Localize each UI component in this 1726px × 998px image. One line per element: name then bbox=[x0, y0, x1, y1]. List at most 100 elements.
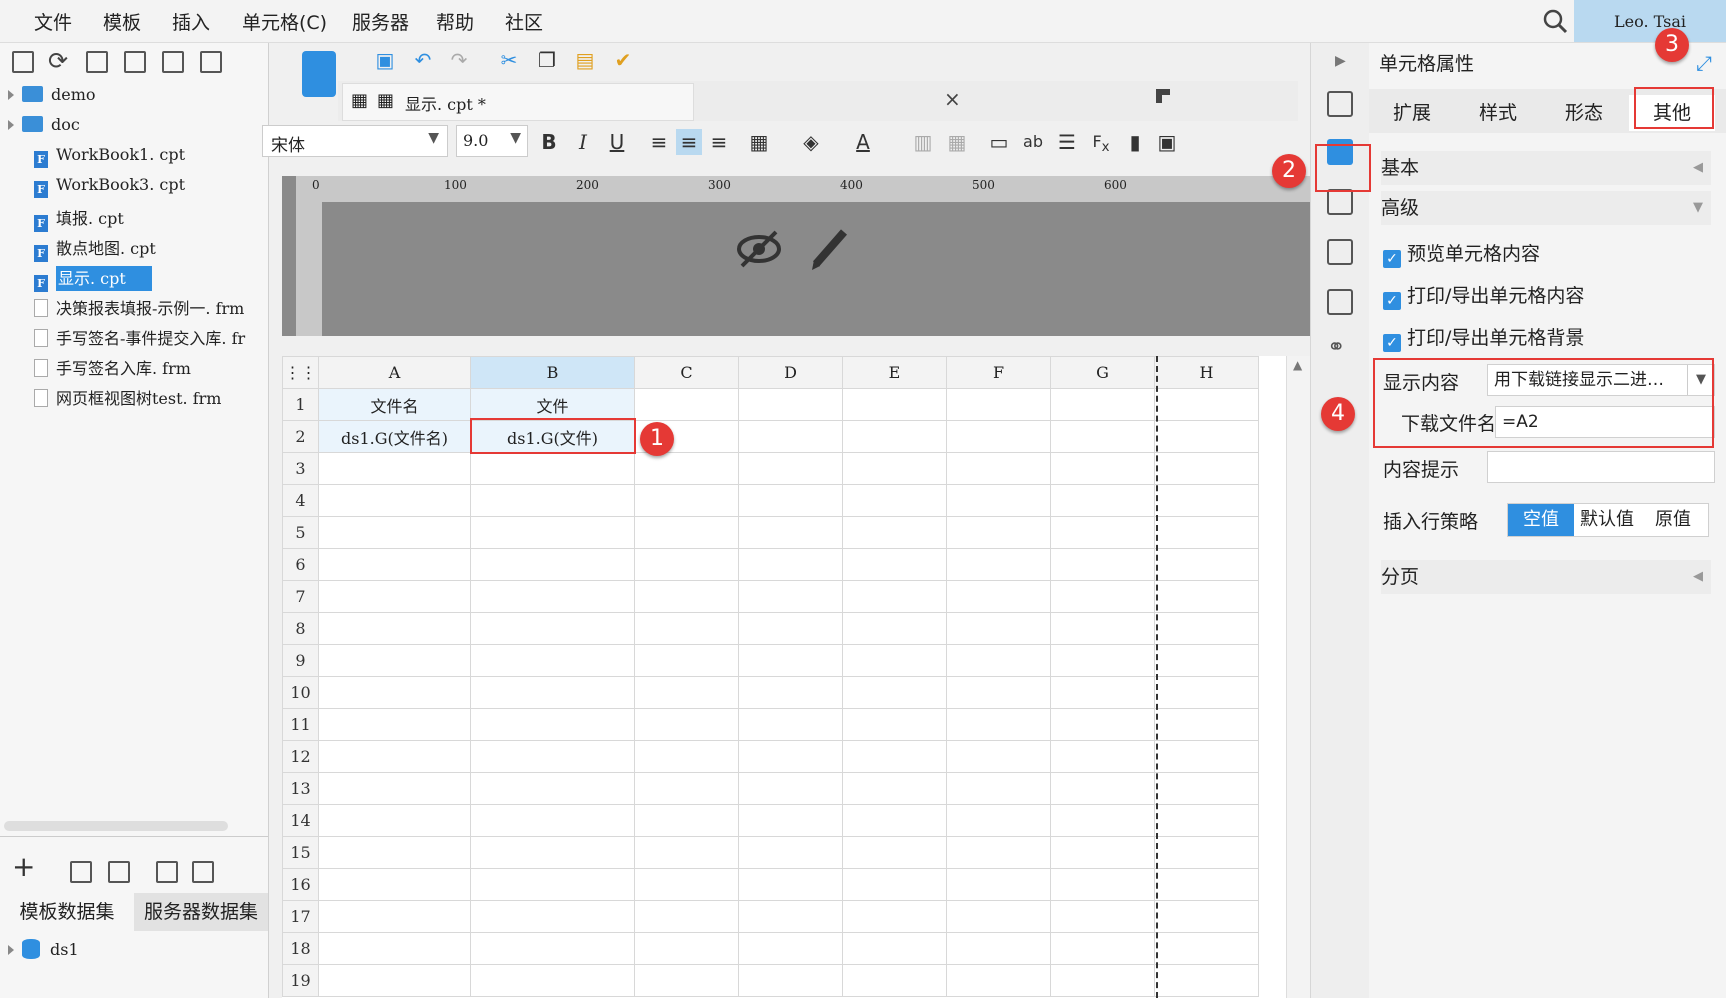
cell-a4[interactable] bbox=[318, 484, 471, 517]
cell-e16[interactable] bbox=[842, 868, 947, 901]
menu-cell[interactable]: 单元格(C) bbox=[242, 8, 327, 35]
tab-menu-icon[interactable] bbox=[1156, 89, 1170, 103]
cell-g7[interactable] bbox=[1050, 580, 1155, 613]
cell-c3[interactable] bbox=[634, 452, 739, 485]
cell-a12[interactable] bbox=[318, 740, 471, 773]
menu-help[interactable]: 帮助 bbox=[436, 8, 474, 35]
row-header[interactable]: 4 bbox=[282, 484, 319, 517]
align-left-icon[interactable]: ≡ bbox=[646, 129, 672, 155]
cell-d11[interactable] bbox=[738, 708, 843, 741]
cell-h11[interactable] bbox=[1154, 708, 1259, 741]
cell-e5[interactable] bbox=[842, 516, 947, 549]
cell-d13[interactable] bbox=[738, 772, 843, 805]
cut-icon[interactable]: ✂ bbox=[496, 47, 522, 73]
cell-c6[interactable] bbox=[634, 548, 739, 581]
search-icon[interactable] bbox=[1542, 8, 1568, 34]
cell-f10[interactable] bbox=[946, 676, 1051, 709]
cell-f16[interactable] bbox=[946, 868, 1051, 901]
condition-attribute-icon[interactable] bbox=[1327, 289, 1353, 315]
image-icon[interactable]: ▣ bbox=[1154, 129, 1180, 155]
cell-h3[interactable] bbox=[1154, 452, 1259, 485]
cell-e6[interactable] bbox=[842, 548, 947, 581]
merge-cell-icon[interactable]: ▥ bbox=[910, 129, 936, 155]
cell-b3[interactable] bbox=[470, 452, 635, 485]
cell-h13[interactable] bbox=[1154, 772, 1259, 805]
preview-icon[interactable] bbox=[156, 861, 178, 883]
checkbox-print-content[interactable]: ✓ 打印/导出单元格内容 bbox=[1383, 282, 1584, 310]
fill-color-icon[interactable]: ◈ bbox=[798, 129, 824, 155]
cell-f9[interactable] bbox=[946, 644, 1051, 677]
cell-f15[interactable] bbox=[946, 836, 1051, 869]
row-header[interactable]: 9 bbox=[282, 644, 319, 677]
add-dataset-icon[interactable]: + bbox=[12, 853, 35, 881]
chart-icon[interactable]: ▮ bbox=[1122, 129, 1148, 155]
cell-d14[interactable] bbox=[738, 804, 843, 837]
cell-a5[interactable] bbox=[318, 516, 471, 549]
cell-b7[interactable] bbox=[470, 580, 635, 613]
cell-d2[interactable] bbox=[738, 420, 843, 453]
cell-e12[interactable] bbox=[842, 740, 947, 773]
tree-item-file[interactable]: F 散点地图. cpt bbox=[34, 235, 156, 262]
cell-d10[interactable] bbox=[738, 676, 843, 709]
cell-d17[interactable] bbox=[738, 900, 843, 933]
menu-insert[interactable]: 插入 bbox=[172, 8, 210, 35]
row-header[interactable]: 16 bbox=[282, 868, 319, 901]
tree-item-file[interactable]: 手写签名-事件提交入库. fr bbox=[34, 325, 245, 351]
cell-h18[interactable] bbox=[1154, 932, 1259, 965]
row-header[interactable]: 11 bbox=[282, 708, 319, 741]
cell-h19[interactable] bbox=[1154, 964, 1259, 997]
cell-a1[interactable]: 文件名 bbox=[318, 388, 471, 421]
cell-g12[interactable] bbox=[1050, 740, 1155, 773]
cell-e19[interactable] bbox=[842, 964, 947, 997]
cell-g17[interactable] bbox=[1050, 900, 1155, 933]
cell-h8[interactable] bbox=[1154, 612, 1259, 645]
cell-a9[interactable] bbox=[318, 644, 471, 677]
cell-d5[interactable] bbox=[738, 516, 843, 549]
cell-f8[interactable] bbox=[946, 612, 1051, 645]
formula-icon[interactable]: Fx bbox=[1088, 129, 1114, 155]
cell-b11[interactable] bbox=[470, 708, 635, 741]
cell-h4[interactable] bbox=[1154, 484, 1259, 517]
cell-b5[interactable] bbox=[470, 516, 635, 549]
delete-icon[interactable] bbox=[162, 51, 184, 73]
cell-g11[interactable] bbox=[1050, 708, 1155, 741]
cell-a3[interactable] bbox=[318, 452, 471, 485]
option-original[interactable]: 原值 bbox=[1640, 504, 1706, 536]
cell-e9[interactable] bbox=[842, 644, 947, 677]
column-header-c[interactable]: C bbox=[634, 356, 739, 389]
cell-e3[interactable] bbox=[842, 452, 947, 485]
content-tip-input[interactable] bbox=[1487, 451, 1715, 483]
cell-f4[interactable] bbox=[946, 484, 1051, 517]
cell-g3[interactable] bbox=[1050, 452, 1155, 485]
cell-f1[interactable] bbox=[946, 388, 1051, 421]
row-header[interactable]: 8 bbox=[282, 612, 319, 645]
copy-icon[interactable] bbox=[200, 51, 222, 73]
cell-b4[interactable] bbox=[470, 484, 635, 517]
cell-d6[interactable] bbox=[738, 548, 843, 581]
tab-server-dataset[interactable]: 服务器数据集 bbox=[134, 893, 268, 931]
menu-file[interactable]: 文件 bbox=[34, 8, 72, 35]
select-all-corner[interactable]: ⋮⋮ bbox=[282, 356, 319, 389]
cell-d4[interactable] bbox=[738, 484, 843, 517]
cell-e7[interactable] bbox=[842, 580, 947, 613]
cell-h12[interactable] bbox=[1154, 740, 1259, 773]
text-field-icon[interactable]: ▭ bbox=[986, 129, 1012, 155]
cell-d19[interactable] bbox=[738, 964, 843, 997]
cell-f5[interactable] bbox=[946, 516, 1051, 549]
option-empty[interactable]: 空值 bbox=[1508, 504, 1574, 536]
horizontal-scrollbar[interactable] bbox=[4, 821, 228, 831]
row-header[interactable]: 15 bbox=[282, 836, 319, 869]
cell-g19[interactable] bbox=[1050, 964, 1155, 997]
row-header[interactable]: 12 bbox=[282, 740, 319, 773]
cell-e18[interactable] bbox=[842, 932, 947, 965]
cell-a18[interactable] bbox=[318, 932, 471, 965]
cell-b6[interactable] bbox=[470, 548, 635, 581]
user-name[interactable]: Leo. Tsai bbox=[1574, 0, 1726, 42]
cell-g8[interactable] bbox=[1050, 612, 1155, 645]
cell-d16[interactable] bbox=[738, 868, 843, 901]
row-header[interactable]: 14 bbox=[282, 804, 319, 837]
tab-template-dataset[interactable]: 模板数据集 bbox=[0, 893, 134, 931]
menu-community[interactable]: 社区 bbox=[505, 8, 543, 35]
cell-e13[interactable] bbox=[842, 772, 947, 805]
row-header[interactable]: 18 bbox=[282, 932, 319, 965]
